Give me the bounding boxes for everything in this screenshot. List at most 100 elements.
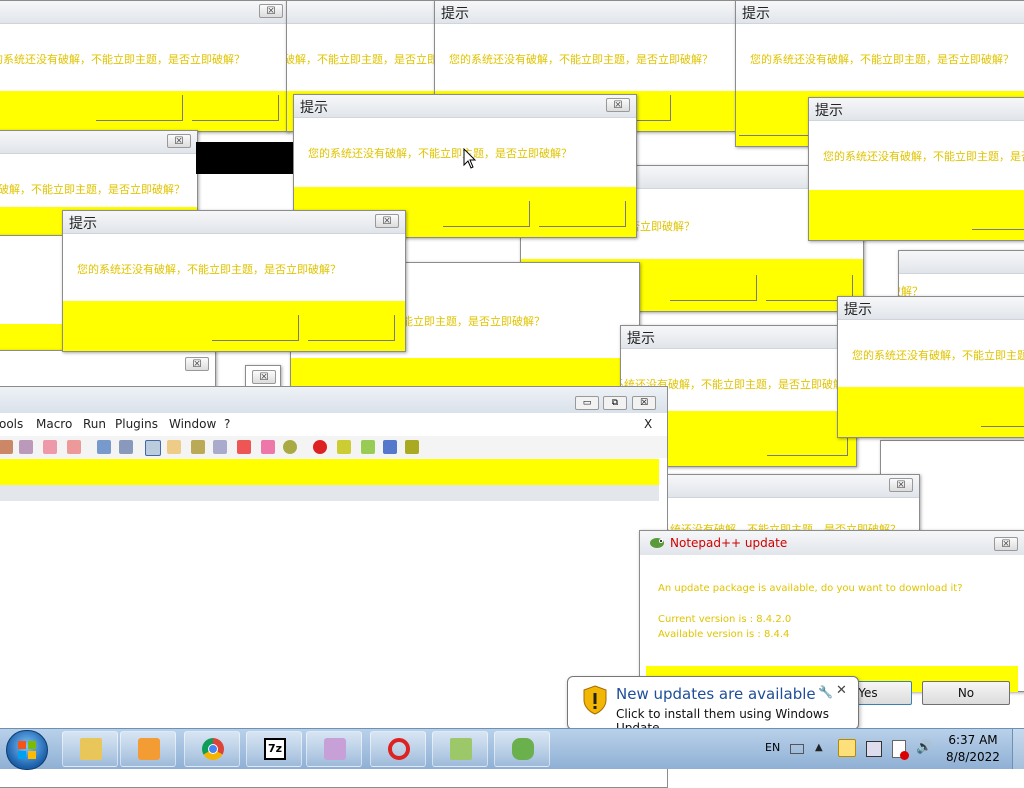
taskbar-chrome[interactable] [184, 731, 240, 767]
maximize-button[interactable]: ⧉ [603, 396, 627, 410]
close-button[interactable]: ☒ [632, 396, 656, 410]
media-player-icon [138, 738, 160, 760]
taskbar-notepadpp-updater[interactable] [494, 731, 550, 767]
indent-guide-icon[interactable] [145, 440, 161, 456]
start-button[interactable] [6, 730, 48, 770]
dialog-button-area [0, 91, 289, 131]
replace-icon[interactable] [67, 440, 81, 454]
taskbar-settings[interactable] [370, 731, 426, 767]
doc-map-icon[interactable] [213, 440, 227, 454]
minimize-button[interactable]: ▭ [575, 396, 599, 410]
dialog-title: 提示 [300, 100, 328, 116]
menu-tools[interactable]: ools [0, 417, 23, 431]
update-message: An update package is available, do you w… [658, 583, 963, 594]
taskbar-explorer[interactable] [62, 731, 118, 767]
volume-icon[interactable]: 🔊 [916, 740, 932, 755]
dialog-cancel-button[interactable] [972, 204, 1024, 230]
dialog-message: 您的系统还没有破解，不能立即主题，是否立即破解？ [750, 53, 1014, 66]
menu-plugins[interactable]: Plugins [115, 417, 158, 431]
language-indicator[interactable]: EN [765, 741, 780, 754]
notification-title: New updates are available [616, 685, 816, 703]
record-macro-icon[interactable] [313, 440, 327, 454]
copy-icon[interactable] [19, 440, 33, 454]
stop-macro-icon[interactable] [337, 440, 351, 454]
play-macro-icon[interactable] [361, 440, 375, 454]
dialog-ok-button[interactable] [767, 430, 848, 456]
dialog-titlebar [63, 211, 405, 234]
dialog-close-button[interactable]: ☒ [375, 214, 399, 228]
wrench-icon[interactable]: 🔧 [818, 685, 833, 699]
clock-time: 6:37 AM [948, 733, 998, 747]
chameleon-icon [650, 538, 664, 548]
dialog-ok-button[interactable] [96, 95, 183, 121]
dialog-button-area [63, 301, 405, 351]
notification-close-icon[interactable]: ✕ [836, 683, 847, 698]
dialog-titlebar [621, 326, 856, 349]
dialog-close-button[interactable]: ☒ [606, 98, 630, 112]
menu-macro[interactable]: Macro [36, 417, 72, 431]
7zip-icon: 7z [264, 738, 286, 760]
taskbar-7zip[interactable]: 7z [246, 731, 302, 767]
dialog-ok-button[interactable] [670, 275, 757, 301]
menu-run[interactable]: Run [83, 417, 106, 431]
dialog-cancel-button[interactable] [539, 201, 626, 227]
menu-help[interactable]: ? [224, 417, 230, 431]
keyboard-icon[interactable] [790, 744, 804, 754]
show-desktop-button[interactable] [1012, 729, 1024, 769]
dialog-message: 您的系统还没有破解，不能立即主题，是否立即破解？ [852, 349, 1024, 362]
dialog-cancel-button[interactable] [981, 401, 1024, 427]
notepadpp-icon [450, 738, 472, 760]
taskbar-media-player[interactable] [120, 731, 176, 767]
function-list-icon[interactable] [191, 440, 205, 454]
show-all-icon[interactable] [119, 440, 133, 454]
dialog-ok-button[interactable] [212, 315, 299, 341]
shield-warning-icon [583, 685, 607, 715]
doc-switcher-icon[interactable] [237, 440, 251, 454]
update-notification[interactable]: New updates are available Click to insta… [567, 676, 859, 738]
dialog-close-button[interactable]: ☒ [259, 4, 283, 18]
dialog-ok-button[interactable] [443, 201, 530, 227]
save-macro-icon[interactable] [405, 440, 419, 454]
update-close-button[interactable]: ☒ [994, 537, 1018, 551]
taskbar-notepadpp-portable[interactable] [432, 731, 488, 767]
warning-dialog: 提示 您的系统还没有破解，不能立即主题，是否立即破解？ [808, 97, 1024, 241]
clock[interactable]: 6:37 AM 8/8/2022 [938, 733, 1008, 764]
dialog-title: 提示 [627, 331, 655, 347]
dialog-cancel-button[interactable] [192, 95, 279, 121]
folder-icon [80, 738, 102, 760]
dialog-close-button[interactable]: ☒ [252, 370, 276, 384]
network-icon[interactable] [866, 741, 882, 757]
dialog-close-button[interactable]: ☒ [167, 134, 191, 148]
taskbar-game[interactable] [306, 731, 362, 767]
game-icon [324, 738, 346, 760]
fold-icon[interactable] [167, 440, 181, 454]
close-document-icon[interactable]: X [644, 417, 652, 431]
action-center-icon[interactable] [892, 740, 909, 760]
wrap-icon[interactable] [97, 440, 111, 454]
dialog-cancel-button[interactable] [308, 315, 395, 341]
no-button[interactable]: No [922, 681, 1010, 705]
run-macro-multiple-icon[interactable] [383, 440, 397, 454]
warning-dialog: 提示 您的系统还没有破解，不能立即主题，是否立即破解？ [837, 296, 1024, 438]
dialog-close-button[interactable]: ☒ [889, 478, 913, 492]
dialog-message: 您的系统还没有破解，不能立即主题，是否立即破解？ [823, 150, 1024, 163]
dialog-button-area [291, 358, 639, 388]
dialog-title: 提示 [742, 6, 770, 22]
show-hidden-icons[interactable]: ▲ [815, 742, 823, 753]
dialog-message: 您的系统还没有破解，不能立即主题，是否立即破解？ [308, 147, 572, 160]
warning-dialog: 提示 ☒ 您的系统还没有破解，不能立即主题，是否立即破解？ [62, 210, 406, 352]
monitor-icon[interactable] [283, 440, 297, 454]
find-icon[interactable] [43, 440, 57, 454]
notepadpp-titlebar[interactable]: ▭ ⧉ ☒ [0, 387, 667, 413]
dialog-button-area [838, 387, 1024, 437]
gear-icon [388, 738, 410, 760]
dialog-message: 您的系统还没有破解，不能立即主题，是否立即破解？ [0, 183, 185, 196]
folder-icon[interactable] [261, 440, 275, 454]
dialog-message: 您的系统还没有破解，不能立即主题，是否立即破解？ [286, 53, 439, 66]
cut-icon[interactable] [0, 440, 13, 454]
chameleon-icon [512, 738, 534, 760]
dialog-titlebar [736, 1, 1024, 24]
windows-update-tray-icon[interactable] [838, 739, 856, 757]
menu-window[interactable]: Window [169, 417, 216, 431]
dialog-close-button[interactable]: ☒ [185, 357, 209, 371]
